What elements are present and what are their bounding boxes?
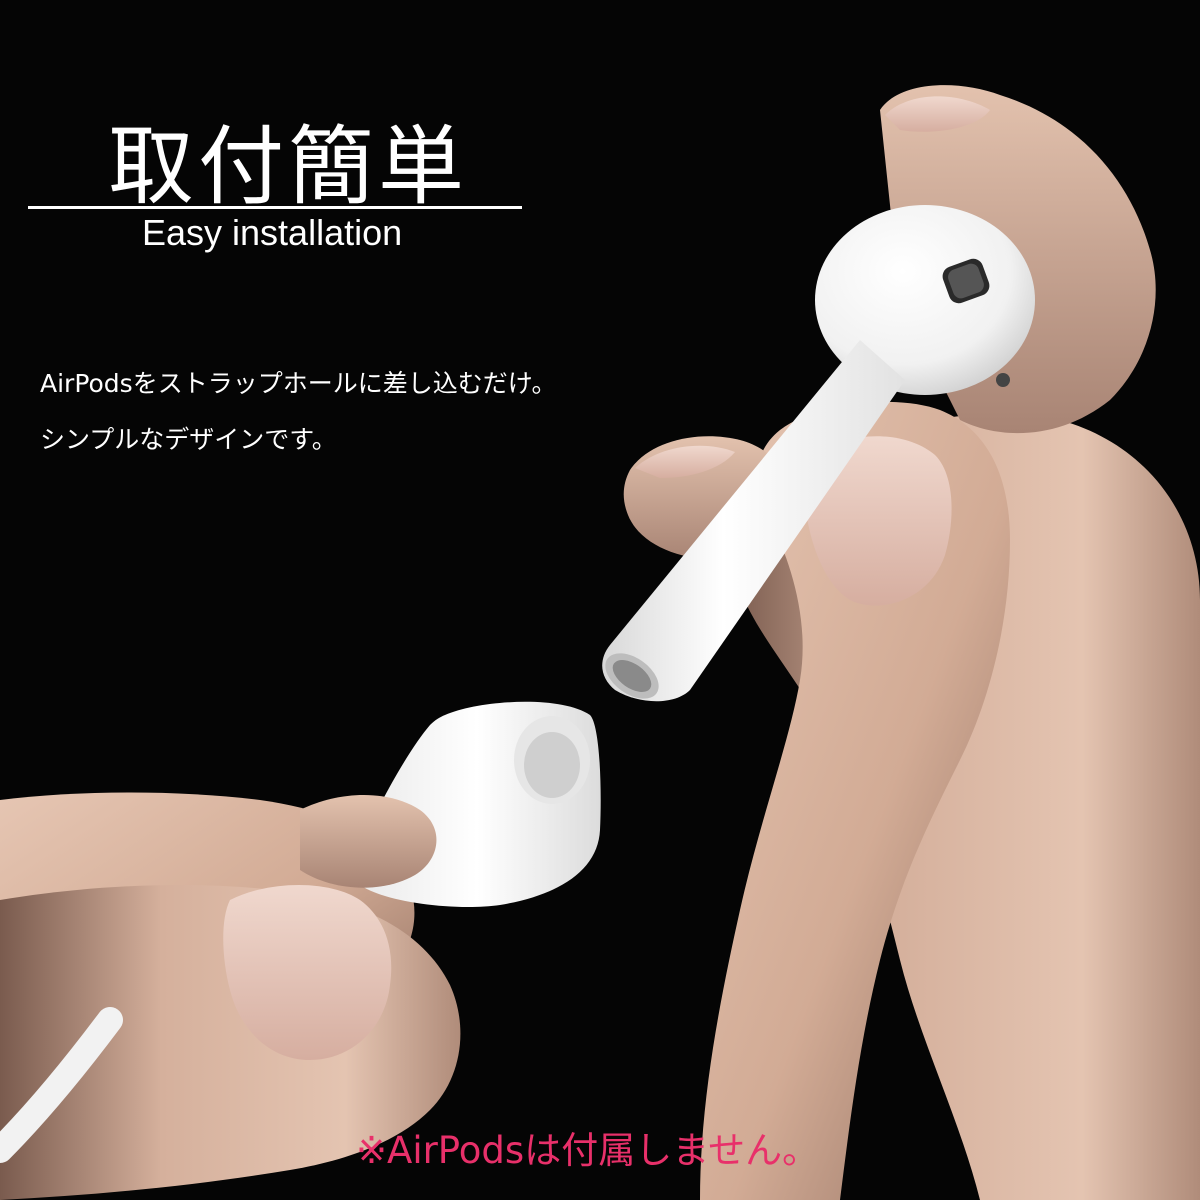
headline-divider bbox=[28, 206, 522, 209]
description-line-1: AirPodsをストラップホールに差し込むだけ。 bbox=[40, 369, 557, 398]
product-image: 取付簡単 Easy installation AirPodsをストラップホールに… bbox=[0, 0, 1200, 1200]
subheadline: Easy installation bbox=[142, 212, 403, 253]
description-line-2: シンプルなデザインです。 bbox=[40, 425, 337, 454]
not-included-note: ※AirPodsは付属しません。 bbox=[356, 1129, 820, 1172]
headline: 取付簡単 bbox=[108, 117, 468, 217]
